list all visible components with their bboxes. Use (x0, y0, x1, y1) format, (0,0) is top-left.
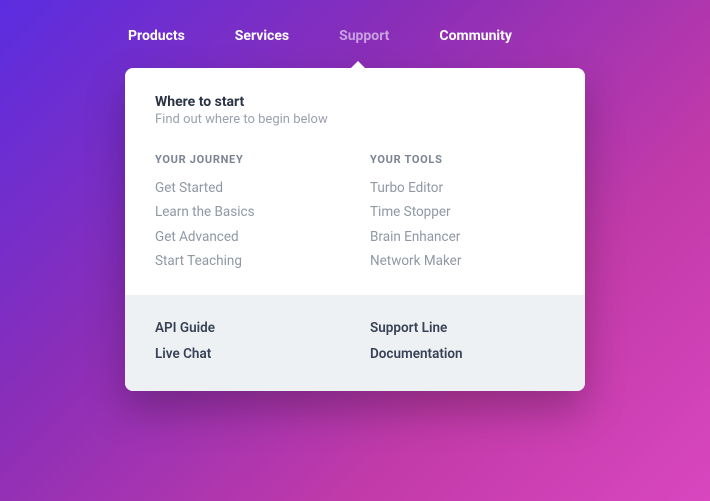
nav-community[interactable]: Community (439, 28, 512, 44)
column-heading: YOUR TOOLS (370, 153, 555, 166)
link-network-maker[interactable]: Network Maker (370, 249, 555, 273)
nav-support[interactable]: Support (339, 28, 389, 44)
link-start-teaching[interactable]: Start Teaching (155, 249, 340, 273)
bottom-col-right: Support Line Documentation (370, 315, 555, 367)
link-api-guide[interactable]: API Guide (155, 315, 340, 341)
dropdown-top-panel: Where to start Find out where to begin b… (125, 68, 585, 295)
link-support-line[interactable]: Support Line (370, 315, 555, 341)
nav-services[interactable]: Services (235, 28, 289, 44)
column-heading: YOUR JOURNEY (155, 153, 340, 166)
dropdown-caret-icon (350, 61, 366, 69)
link-brain-enhancer[interactable]: Brain Enhancer (370, 225, 555, 249)
link-live-chat[interactable]: Live Chat (155, 341, 340, 367)
link-get-advanced[interactable]: Get Advanced (155, 225, 340, 249)
link-turbo-editor[interactable]: Turbo Editor (370, 176, 555, 200)
main-nav: Products Services Support Community (0, 0, 710, 44)
bottom-col-left: API Guide Live Chat (155, 315, 340, 367)
link-learn-basics[interactable]: Learn the Basics (155, 200, 340, 224)
column-your-tools: YOUR TOOLS Turbo Editor Time Stopper Bra… (370, 153, 555, 273)
dropdown-columns: YOUR JOURNEY Get Started Learn the Basic… (155, 153, 555, 273)
support-dropdown: Where to start Find out where to begin b… (125, 68, 585, 391)
column-your-journey: YOUR JOURNEY Get Started Learn the Basic… (155, 153, 340, 273)
link-documentation[interactable]: Documentation (370, 341, 555, 367)
dropdown-title: Where to start (155, 94, 555, 110)
dropdown-wrapper: Where to start Find out where to begin b… (125, 68, 585, 391)
link-time-stopper[interactable]: Time Stopper (370, 200, 555, 224)
link-get-started[interactable]: Get Started (155, 176, 340, 200)
dropdown-bottom-panel: API Guide Live Chat Support Line Documen… (125, 295, 585, 391)
nav-products[interactable]: Products (128, 28, 185, 44)
dropdown-subtitle: Find out where to begin below (155, 112, 555, 127)
